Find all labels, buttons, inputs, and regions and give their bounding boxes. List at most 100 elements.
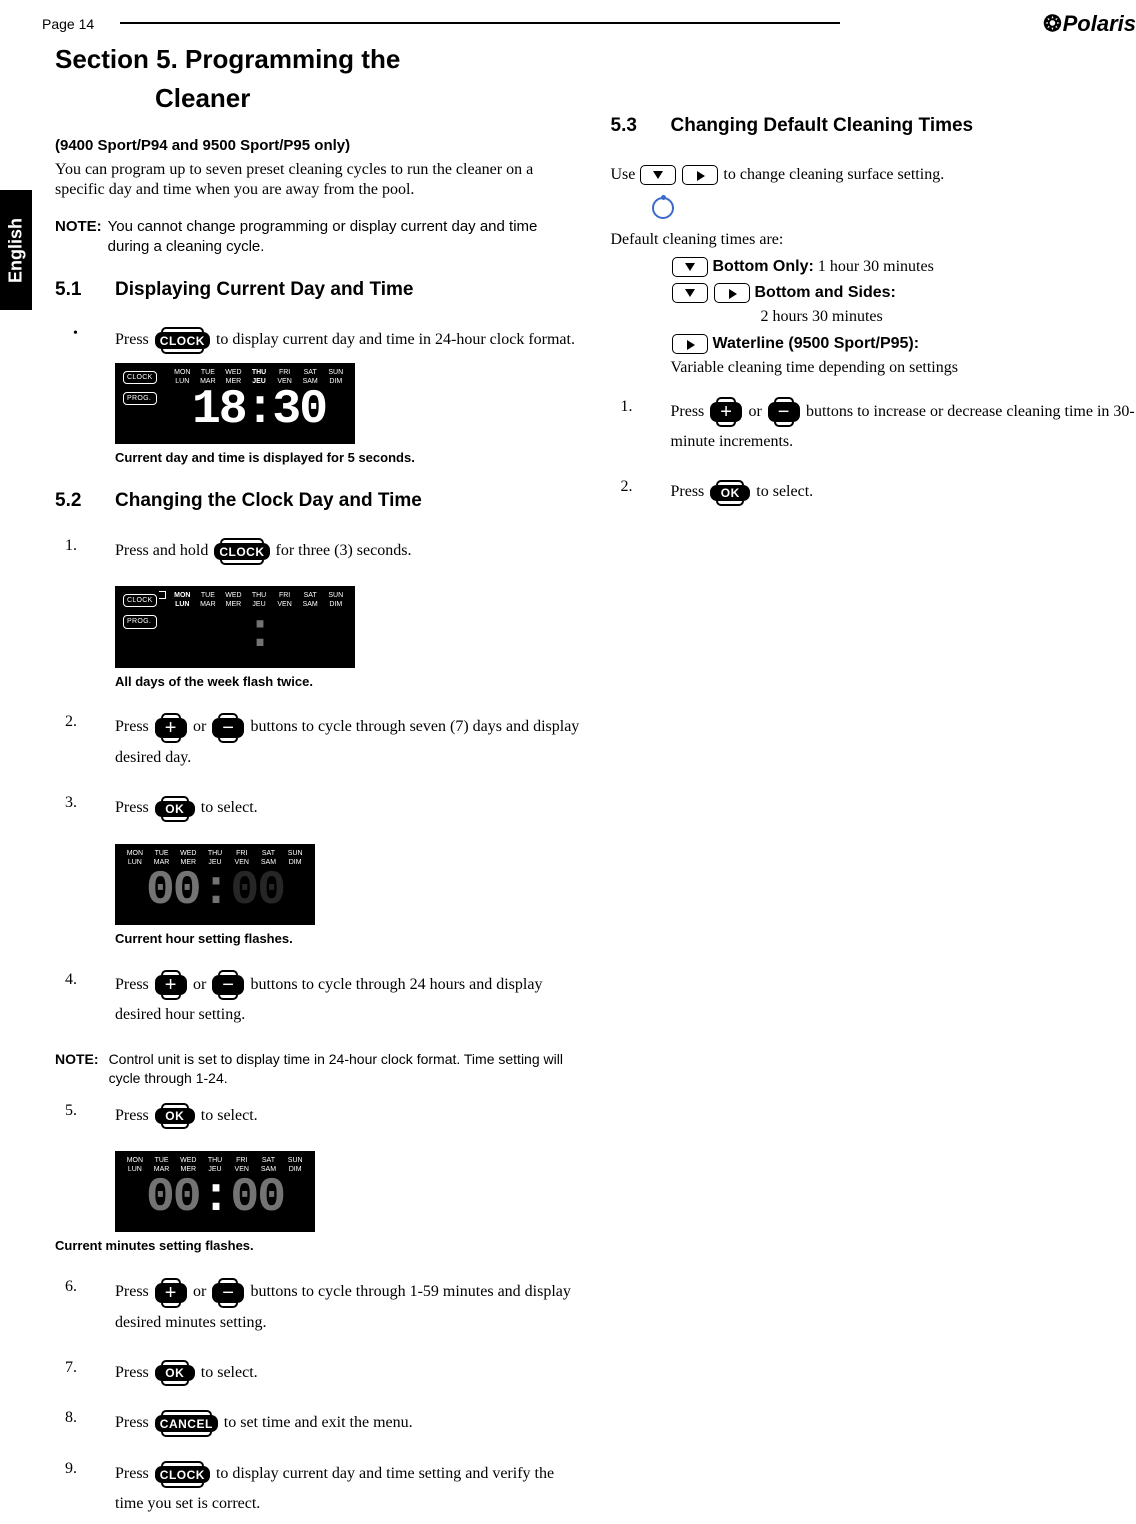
days-row-en: MONTUEWEDTHUFRISATSUN xyxy=(171,368,347,377)
time-display: 00:00 xyxy=(123,867,307,915)
plus-button-icon: + xyxy=(155,1283,187,1303)
text: Press xyxy=(115,718,153,735)
default-bottom-only: Bottom Only: 1 hour 30 minutes xyxy=(671,255,1136,279)
text: to display current day and time in 24-ho… xyxy=(216,331,575,348)
time-display: 18:30 xyxy=(171,386,347,434)
note-body: You cannot change programming or display… xyxy=(108,217,581,256)
clock-indicator: CLOCK xyxy=(123,594,157,607)
heading-number: 5.1 xyxy=(55,278,115,303)
text: Press xyxy=(115,1364,153,1381)
text: to change cleaning surface setting. xyxy=(723,166,944,183)
label: Bottom Only: xyxy=(713,258,814,275)
plus-button-icon: + xyxy=(155,975,187,995)
label: Waterline (9500 Sport/P95): xyxy=(713,335,920,352)
time-display: 00:00 xyxy=(123,1174,307,1222)
clock-button-icon: CLOCK xyxy=(155,1466,210,1483)
text: Press and hold xyxy=(115,542,212,559)
prog-indicator: PROG. xyxy=(123,615,157,628)
value: 2 hours 30 minutes xyxy=(761,307,1136,328)
note-label: NOTE: xyxy=(55,217,108,256)
minus-button-icon: − xyxy=(212,1283,244,1303)
text: Press xyxy=(115,799,153,816)
defaults-block: Default cleaning times are: Bottom Only:… xyxy=(611,230,1136,378)
text: to select. xyxy=(201,799,258,816)
title-line1: Section 5. Programming the xyxy=(55,44,400,74)
arrow-down-icon xyxy=(640,165,676,185)
step-5-2-4: 4. Press + or − buttons to cycle through… xyxy=(55,970,581,1031)
text: or xyxy=(193,1283,210,1300)
clock-button-icon: CLOCK xyxy=(214,543,269,560)
step-5-2-9: 9. Press CLOCK to display current day an… xyxy=(55,1459,581,1520)
heading-text: Changing Default Cleaning Times xyxy=(671,115,974,136)
surface-selector-icon xyxy=(652,197,674,219)
caption-2: All days of the week flash twice. xyxy=(115,674,581,691)
model-subtitle: (9400 Sport/P94 and 9500 Sport/P95 only) xyxy=(55,136,581,156)
clock-indicator: CLOCK xyxy=(123,371,157,384)
ok-button-icon: OK xyxy=(155,1108,195,1124)
text: Press xyxy=(115,1414,153,1431)
caption-3: Current hour setting flashes. xyxy=(115,931,581,948)
lcd-display-2: CLOCK PROG. MONTUEWEDTHUFRISATSUN LUNMAR… xyxy=(115,586,355,667)
prog-indicator: PROG. xyxy=(123,392,157,405)
note-1: NOTE: You cannot change programming or d… xyxy=(55,217,581,256)
step-5-3-2: 2. Press OK to select. xyxy=(611,477,1136,507)
text: or xyxy=(748,403,765,420)
page-body: Section 5. Programming the Cleaner (9400… xyxy=(55,40,1136,1520)
text: to select. xyxy=(201,1107,258,1124)
heading-number: 5.3 xyxy=(611,114,671,139)
cancel-button-icon: CANCEL xyxy=(155,1415,218,1432)
ok-button-icon: OK xyxy=(155,1365,195,1381)
section-title: Section 5. Programming the Cleaner xyxy=(55,40,581,118)
clock-button-icon: CLOCK xyxy=(155,332,210,349)
value: 1 hour 30 minutes xyxy=(814,258,934,275)
heading-5-1: 5.1Displaying Current Day and Time xyxy=(55,278,581,303)
header-rule xyxy=(120,22,840,24)
lcd-display-1: CLOCK PROG. MONTUEWEDTHUFRISATSUN LUNMAR… xyxy=(115,363,355,444)
caption-5: Current minutes setting flashes. xyxy=(55,1238,581,1255)
arrow-right-icon xyxy=(682,165,718,185)
text: Press xyxy=(115,1283,153,1300)
note-label: NOTE: xyxy=(55,1050,109,1086)
step-5-2-2: 2. Press + or − buttons to cycle through… xyxy=(55,712,581,773)
step-5-2-7: 7. Press OK to select. xyxy=(55,1358,581,1388)
arrow-down-icon xyxy=(672,283,708,303)
text: Press xyxy=(671,403,709,420)
note-2: NOTE: Control unit is set to display tim… xyxy=(55,1050,581,1086)
text: to set time and exit the menu. xyxy=(224,1414,413,1431)
text: Press xyxy=(115,976,153,993)
text: Press xyxy=(671,483,709,500)
text: for three (3) seconds. xyxy=(276,542,412,559)
text: Press xyxy=(115,331,153,348)
note-body: Control unit is set to display time in 2… xyxy=(109,1050,581,1086)
value: Variable cleaning time depending on sett… xyxy=(671,358,1136,379)
lcd-display-3: MONTUEWEDTHUFRISATSUN LUNMARMERJEUVENSAM… xyxy=(115,844,315,925)
arrow-right-icon xyxy=(672,334,708,354)
language-tab: English xyxy=(0,190,32,310)
plus-button-icon: + xyxy=(710,402,742,422)
label: Bottom and Sides: xyxy=(755,284,896,301)
default-waterline: Waterline (9500 Sport/P95): xyxy=(671,332,1136,356)
text: to select. xyxy=(201,1364,258,1381)
caption-1: Current day and time is displayed for 5 … xyxy=(115,450,581,467)
use-line: Use to change cleaning surface setting. xyxy=(611,161,1136,223)
days-row-en: MONTUEWEDTHUFRISATSUN xyxy=(123,849,307,858)
minus-button-icon: − xyxy=(768,402,800,422)
intro-paragraph: You can program up to seven preset clean… xyxy=(55,160,581,202)
page-number: Page 14 xyxy=(42,15,94,33)
heading-5-3: 5.3Changing Default Cleaning Times xyxy=(611,114,1136,139)
arrow-right-icon xyxy=(714,283,750,303)
ok-button-icon: OK xyxy=(155,801,195,817)
step-5-2-3: 3. Press OK to select. xyxy=(55,793,581,823)
arrow-down-icon xyxy=(672,257,708,277)
days-row-en: MONTUEWEDTHUFRISATSUN xyxy=(123,1156,307,1165)
step-5-2-5: 5. Press OK to select. xyxy=(55,1101,581,1131)
heading-number: 5.2 xyxy=(55,489,115,514)
ok-button-icon: OK xyxy=(710,485,750,501)
step-5-2-1: 1. Press and hold CLOCK for three (3) se… xyxy=(55,536,581,566)
step-5-2-8: 8. Press CANCEL to set time and exit the… xyxy=(55,1408,581,1438)
defaults-intro: Default cleaning times are: xyxy=(611,230,1136,251)
lcd-display-5: MONTUEWEDTHUFRISATSUN LUNMARMERJEUVENSAM… xyxy=(115,1151,315,1232)
step-5-2-6: 6. Press + or − buttons to cycle through… xyxy=(55,1277,581,1338)
text: or xyxy=(193,976,210,993)
heading-5-2: 5.2Changing the Clock Day and Time xyxy=(55,489,581,514)
